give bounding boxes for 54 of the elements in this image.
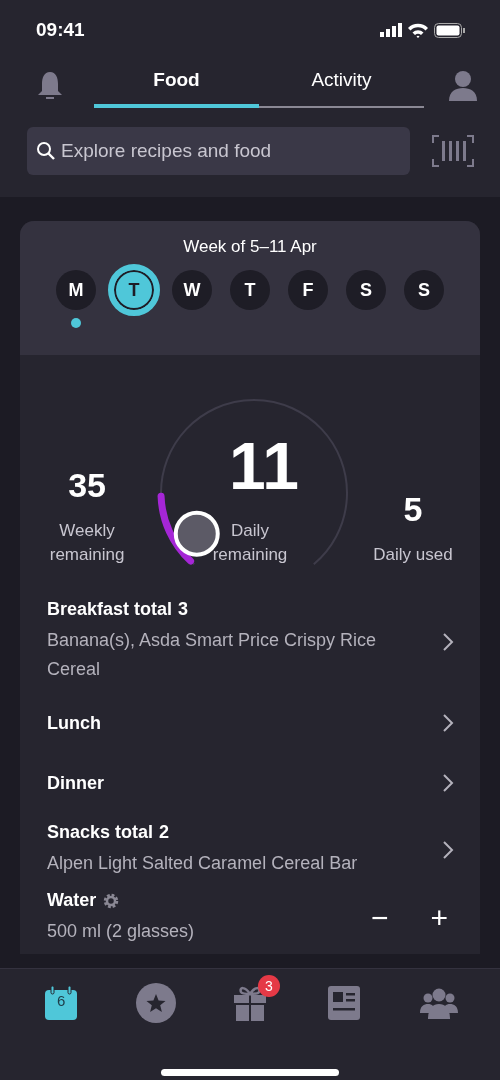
gear-icon[interactable] [102,891,121,910]
stat-label: Daily remaining [211,520,289,566]
day-button[interactable]: F [288,270,328,310]
meal-row[interactable]: Dinner [47,752,454,812]
group-icon [419,987,458,1019]
battery-icon [434,22,466,38]
calendar-icon [43,985,80,1021]
day-button[interactable]: M [56,270,96,310]
search-icon [36,141,56,161]
day-button[interactable]: W [172,270,212,310]
stat-value: 35 [68,466,106,505]
signal-icon [380,23,402,37]
status-time: 09:41 [36,19,85,41]
day-button[interactable]: S [346,270,386,310]
user-icon[interactable] [448,69,478,101]
meal-title: Breakfast total [47,599,173,620]
day-button[interactable]: T [230,270,270,310]
meal-description: Alpen Light Salted Caramel Cereal Bar [47,852,359,875]
nav-button[interactable]: 3 [219,975,280,1031]
plus-button[interactable]: + [424,903,454,933]
chevron-icon [442,840,454,860]
day-button[interactable]: S [404,270,444,310]
gift-icon [232,984,267,1022]
meal-total: 3 [178,599,189,620]
meal-description: 500 ml (2 glasses) [47,920,196,943]
meal-row[interactable]: Snacks total 2 Alpen Light Salted Caramel Cereal Bar [47,812,454,886]
stat-value: 5 [403,490,423,529]
meal-title: Lunch [47,712,101,734]
stat-label: Weekly remaining [48,520,126,566]
tab[interactable]: Food [94,62,259,108]
bell-icon[interactable] [36,70,64,100]
meal-description: Banana(s), Asda Smart Price Crispy Rice Cereal [47,629,378,681]
day-button[interactable]: T [108,264,160,316]
notification-badge: 3 [257,975,280,997]
minus-button[interactable]: − [364,903,395,933]
wifi-icon [408,22,428,38]
meal-row[interactable]: Breakfast total 3 Banana(s), Asda Smart Price Crispy Rice Cereal [47,589,454,692]
meal-title: Dinner [47,772,104,794]
barcode-icon[interactable] [432,135,474,167]
chevron-icon [442,773,454,793]
calendar-day: 6 [57,992,66,1009]
chevron-icon [442,713,454,733]
meal-row[interactable]: Lunch [47,692,454,752]
stat-label: Daily used [372,544,454,566]
chevron-icon [442,631,454,652]
newspaper-icon [328,986,361,1020]
meal-title: Snacks total [47,822,154,843]
week-title: Week of 5–11 Apr [183,237,317,257]
meal-total: 2 [159,822,170,843]
tab[interactable]: Activity [259,62,424,108]
nav-button[interactable]: 6 [31,975,92,1031]
meal-title: Water [47,890,97,911]
search-field[interactable]: Explore recipes and food [27,127,410,175]
daily-value: 11 [229,433,299,499]
